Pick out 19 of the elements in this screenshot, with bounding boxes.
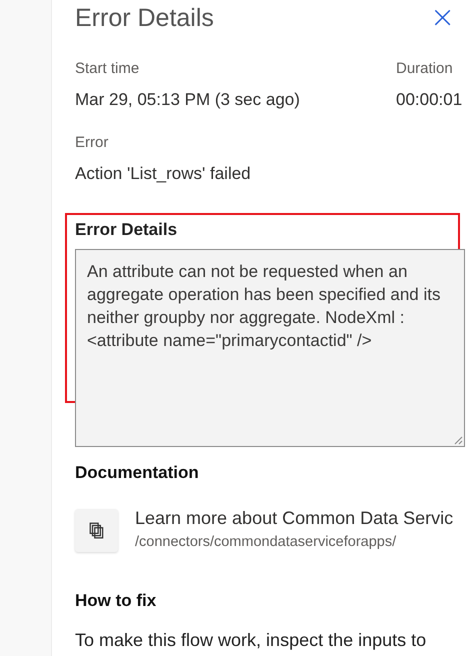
section-heading: How to fix [75, 590, 158, 612]
error-text-area[interactable]: An attribute can not be requested when an aggregate operation has been specified and its neither groupby nor aggregate. NodeXml : <attribute name="primarycontactid" /> [75, 249, 465, 447]
field-value: 00:00:01 [396, 89, 462, 111]
resize-grip-icon[interactable] [453, 435, 463, 445]
close-button[interactable]: × [430, 3, 456, 33]
doc-link[interactable]: Learn more about Common Data Servic [135, 506, 454, 530]
section-heading: Error Details [75, 219, 178, 241]
copy-pages-icon [88, 521, 106, 539]
field-label: Start time [75, 59, 140, 79]
panel-title: Error Details [75, 4, 215, 32]
field-value: Mar 29, 05:13 PM (3 sec ago) [75, 89, 301, 111]
field-label: Duration [396, 59, 454, 79]
field-label: Error [75, 133, 110, 153]
error-message: An attribute can not be requested when an aggregate operation has been specified and its neither groupby nor aggregate. NodeXml : <attribute name="primarycontactid" /> [87, 261, 442, 352]
field-value: Action 'List_rows' failed [75, 163, 252, 185]
document-tile[interactable] [75, 508, 118, 552]
section-heading: Documentation [75, 462, 200, 484]
doc-url: /connectors/commondataserviceforapps/ [135, 533, 398, 552]
fix-paragraph: To make this flow work, inspect the inputs to [75, 629, 428, 652]
